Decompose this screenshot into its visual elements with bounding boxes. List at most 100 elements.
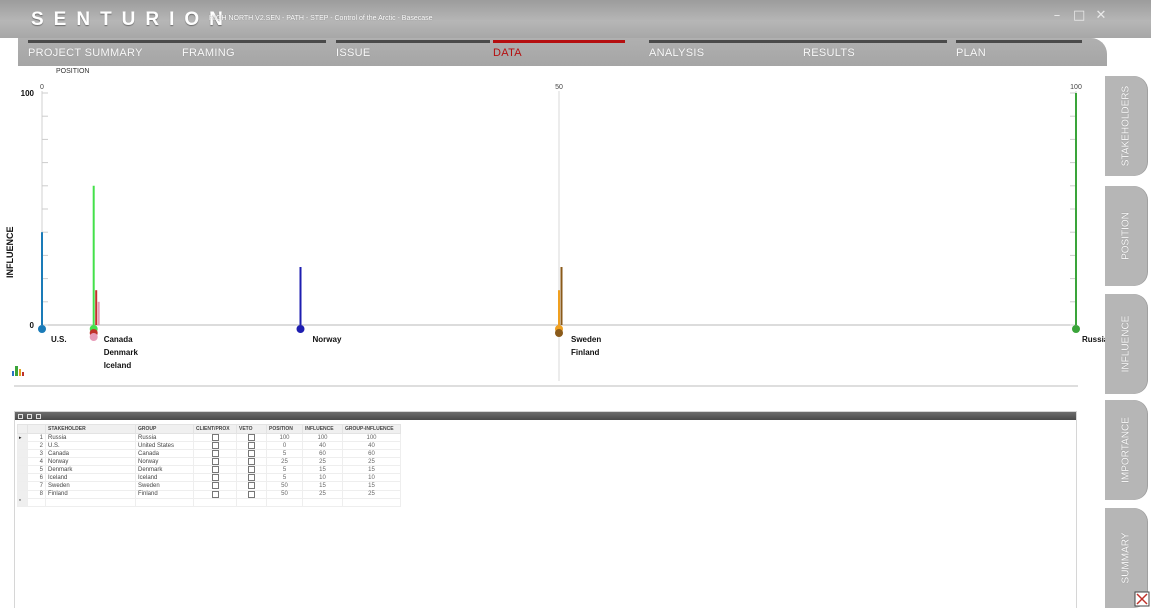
- client-prox-checkbox[interactable]: [211, 458, 219, 466]
- cell-position[interactable]: 5: [266, 465, 303, 475]
- new-row-cell[interactable]: [135, 497, 194, 507]
- cell-group-influence[interactable]: 100: [342, 432, 401, 443]
- cell-influence[interactable]: 25: [302, 457, 343, 467]
- cell-client-prox[interactable]: [193, 473, 237, 483]
- client-prox-checkbox[interactable]: [211, 474, 219, 482]
- export-icon[interactable]: [1134, 591, 1150, 607]
- client-prox-checkbox[interactable]: [211, 466, 219, 474]
- maximize-icon[interactable]: □: [1073, 9, 1085, 23]
- close-icon[interactable]: ✕: [1095, 9, 1107, 23]
- cell-group-influence[interactable]: 25: [342, 457, 401, 467]
- side-tab-influence[interactable]: INFLUENCE: [1105, 294, 1147, 394]
- client-prox-checkbox[interactable]: [211, 490, 219, 498]
- table-row[interactable]: 6 Iceland Iceland 5 10 10: [17, 473, 401, 483]
- cell-position[interactable]: 5: [266, 473, 303, 483]
- cell-influence[interactable]: 60: [302, 449, 343, 459]
- panel-splitter[interactable]: [14, 385, 1078, 387]
- cell-influence[interactable]: 15: [302, 465, 343, 475]
- column-header-position[interactable]: POSITION: [266, 424, 303, 434]
- client-prox-checkbox[interactable]: [211, 442, 219, 450]
- cell-group[interactable]: United States: [135, 441, 194, 451]
- table-row[interactable]: 7 Sweden Sweden 50 15 15: [17, 481, 401, 491]
- cell-position[interactable]: 100: [266, 432, 303, 443]
- tab-results[interactable]: RESULTS: [803, 38, 953, 66]
- cell-position[interactable]: 25: [266, 457, 303, 467]
- new-row-cell[interactable]: [193, 497, 237, 507]
- row-selector[interactable]: [17, 473, 28, 483]
- cell-client-prox[interactable]: [193, 481, 237, 491]
- new-row-cell[interactable]: [27, 497, 46, 507]
- veto-checkbox[interactable]: [248, 490, 255, 498]
- tab-data[interactable]: DATA: [493, 38, 631, 66]
- row-index[interactable]: 2: [27, 441, 46, 451]
- table-row[interactable]: 5 Denmark Denmark 5 15 15: [17, 465, 401, 475]
- cell-group[interactable]: Russia: [135, 432, 194, 443]
- row-index[interactable]: 7: [27, 481, 46, 491]
- row-selector[interactable]: [17, 457, 28, 467]
- cell-group[interactable]: Iceland: [135, 473, 194, 483]
- cell-group-influence[interactable]: 25: [342, 489, 401, 499]
- veto-checkbox[interactable]: [248, 434, 255, 441]
- client-prox-checkbox[interactable]: [211, 434, 219, 441]
- row-selector[interactable]: [17, 489, 28, 499]
- row-index[interactable]: 5: [27, 465, 46, 475]
- cell-position[interactable]: 0: [266, 441, 303, 451]
- cell-position[interactable]: 50: [266, 481, 303, 491]
- row-selector[interactable]: [17, 441, 28, 451]
- table-row[interactable]: 8 Finland Finland 50 25 25: [17, 489, 401, 499]
- client-prox-checkbox[interactable]: [211, 450, 219, 458]
- cell-veto[interactable]: [236, 441, 267, 451]
- client-prox-checkbox[interactable]: [211, 482, 219, 490]
- cell-group-influence[interactable]: 10: [342, 473, 401, 483]
- veto-checkbox[interactable]: [248, 482, 255, 490]
- row-index[interactable]: 4: [27, 457, 46, 467]
- chart-type-icon[interactable]: [11, 363, 25, 377]
- cell-client-prox[interactable]: [193, 457, 237, 467]
- new-row-marker[interactable]: *: [17, 497, 28, 507]
- row-index[interactable]: 3: [27, 449, 46, 459]
- column-header-veto[interactable]: VETO: [236, 424, 267, 434]
- cell-veto[interactable]: [236, 473, 267, 483]
- column-header-client-prox[interactable]: CLIENT/PROX: [193, 424, 237, 434]
- new-row[interactable]: *: [17, 497, 401, 507]
- cell-influence[interactable]: 100: [302, 432, 343, 443]
- row-index[interactable]: 1: [27, 432, 46, 443]
- cell-group[interactable]: Sweden: [135, 481, 194, 491]
- cell-veto[interactable]: [236, 465, 267, 475]
- tab-issue[interactable]: ISSUE: [336, 38, 496, 66]
- row-selector[interactable]: ▸: [17, 432, 28, 443]
- veto-checkbox[interactable]: [248, 442, 255, 450]
- cell-stakeholder[interactable]: U.S.: [45, 441, 136, 451]
- cell-veto[interactable]: [236, 449, 267, 459]
- cell-client-prox[interactable]: [193, 432, 237, 443]
- cell-stakeholder[interactable]: Iceland: [45, 473, 136, 483]
- panel-restore-icon[interactable]: [27, 413, 32, 419]
- cell-influence[interactable]: 25: [302, 489, 343, 499]
- side-tab-stakeholders[interactable]: STAKEHOLDERS: [1105, 76, 1147, 176]
- cell-client-prox[interactable]: [193, 489, 237, 499]
- cell-veto[interactable]: [236, 457, 267, 467]
- cell-client-prox[interactable]: [193, 441, 237, 451]
- cell-veto[interactable]: [236, 481, 267, 491]
- table-row[interactable]: 2 U.S. United States 0 40 40: [17, 441, 401, 451]
- cell-position[interactable]: 50: [266, 489, 303, 499]
- new-row-cell[interactable]: [236, 497, 267, 507]
- tab-project-summary[interactable]: PROJECT SUMMARY: [28, 38, 188, 66]
- cell-group[interactable]: Finland: [135, 489, 194, 499]
- cell-group[interactable]: Norway: [135, 457, 194, 467]
- veto-checkbox[interactable]: [248, 450, 255, 458]
- row-selector[interactable]: [17, 449, 28, 459]
- cell-position[interactable]: 5: [266, 449, 303, 459]
- panel-minimize-icon[interactable]: [18, 413, 23, 419]
- new-row-cell[interactable]: [266, 497, 303, 507]
- row-selector[interactable]: [17, 481, 28, 491]
- cell-group-influence[interactable]: 40: [342, 441, 401, 451]
- new-row-cell[interactable]: [45, 497, 136, 507]
- panel-maximize-icon[interactable]: [36, 413, 41, 419]
- column-header-stakeholder[interactable]: STAKEHOLDER: [45, 424, 136, 434]
- veto-checkbox[interactable]: [248, 458, 255, 466]
- cell-influence[interactable]: 10: [302, 473, 343, 483]
- table-row[interactable]: 3 Canada Canada 5 60 60: [17, 449, 401, 459]
- cell-stakeholder[interactable]: Canada: [45, 449, 136, 459]
- cell-stakeholder[interactable]: Norway: [45, 457, 136, 467]
